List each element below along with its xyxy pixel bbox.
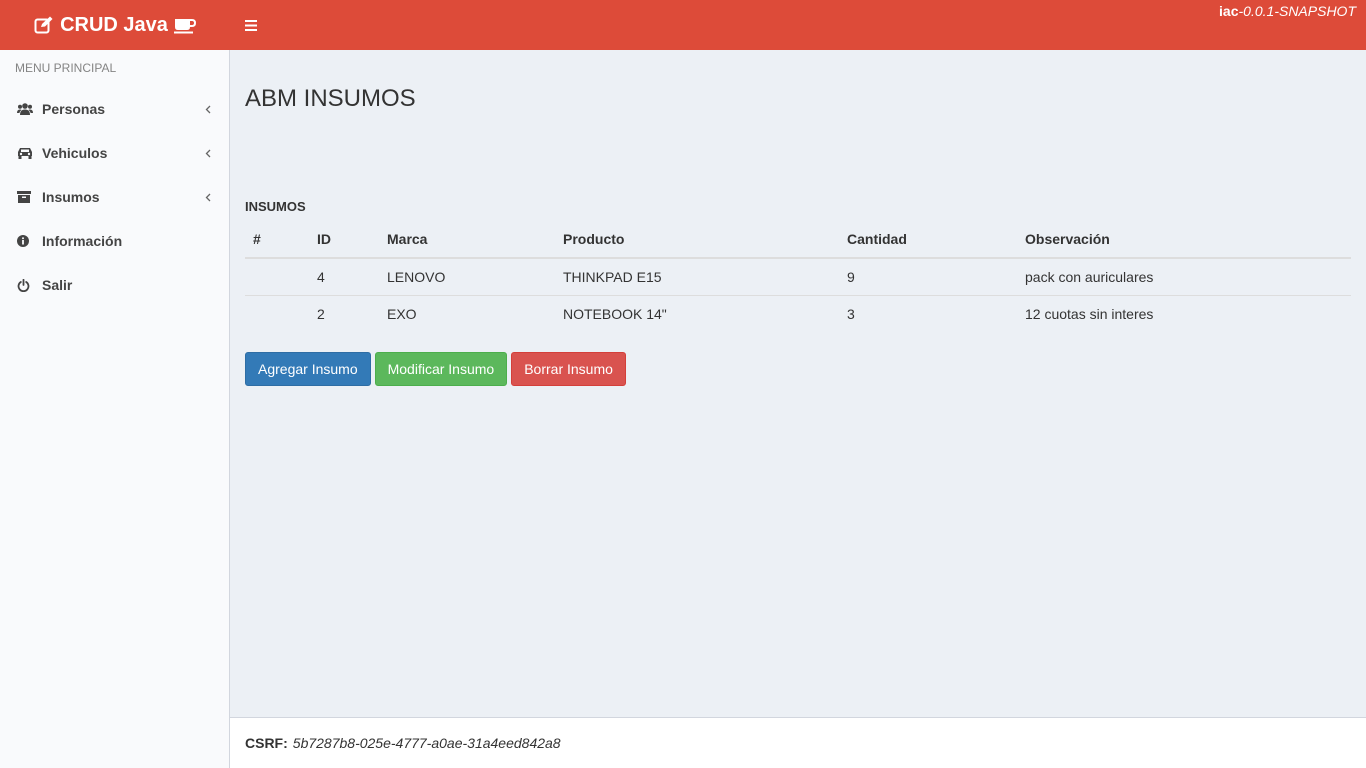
table-cell-cantidad: 9 [839,258,1017,296]
table-cell-observacion: 12 cuotas sin interes [1025,305,1154,322]
sidebar-item-personas[interactable]: Personas [0,87,229,131]
sidebar-item-label: Personas [42,101,106,117]
table-cell-id: 2 [317,305,325,322]
insumos-table: # ID Marca Producto Cantidad Observación… [245,220,1351,332]
logo-text: CRUD Java [60,13,168,36]
column-header-producto: Producto [555,220,839,259]
csrf-label: CSRF: [245,735,288,751]
chevron-left-icon [202,193,214,202]
column-header-cantidad: Cantidad [839,220,1017,259]
page-title: ABM INSUMOS [245,85,416,112]
chevron-left-icon [202,105,214,114]
table-cell-producto: THINKPAD E15 [555,258,839,296]
footer: CSRF: 5b7287b8-025e-4777-a0ae-31a4eed842… [230,717,1366,768]
table-cell-marca: EXO [387,305,417,322]
sidebar-menu-header: MENU PRINCIPAL [15,61,117,75]
table-cell-number [245,258,309,296]
csrf-token: 5b7287b8-025e-4777-a0ae-31a4eed842a8 [292,735,561,751]
sidebar-item-insumos[interactable]: Insumos [0,175,229,219]
sidebar: MENU PRINCIPAL Personas Vehiculos Insumo… [0,50,230,768]
sidebar-item-salir[interactable]: Salir [0,263,229,307]
table-cell-marca: LENOVO [379,258,555,296]
version-suffix: -0.0.1-SNAPSHOT [1238,3,1356,19]
bars-icon [245,19,257,31]
action-buttons: Agregar Insumo Modificar Insumo Borrar I… [245,352,626,386]
table-cell-cantidad: 3 [847,305,855,322]
table-cell-observacion: pack con auriculares [1017,258,1351,296]
main-content: ABM INSUMOS INSUMOS # ID Marca Producto … [230,50,1366,717]
delete-insumo-button[interactable]: Borrar Insumo [511,352,626,386]
modify-insumo-button[interactable]: Modificar Insumo [374,352,508,386]
info-circle-icon [17,235,42,247]
chevron-left-icon [202,149,214,158]
add-insumo-button[interactable]: Agregar Insumo [245,352,371,386]
column-header-marca: Marca [379,220,555,259]
sidebar-item-label: Salir [42,277,73,293]
sidebar-toggle-button[interactable] [240,13,262,37]
app-logo[interactable]: CRUD Java [0,0,230,50]
sidebar-item-label: Información [42,233,123,249]
coffee-icon [173,19,196,34]
edit-icon [34,16,53,34]
table-row[interactable]: 2 EXO NOTEBOOK 14" 3 12 cuotas sin inter… [245,295,1351,332]
sidebar-item-label: Insumos [42,189,100,205]
sidebar-item-label: Vehiculos [42,145,108,161]
users-icon [17,103,42,115]
app-version: iac-0.0.1-SNAPSHOT [1219,3,1356,19]
column-header-id: ID [309,220,379,259]
car-icon [17,147,42,159]
power-off-icon [17,278,42,292]
column-header-number: # [245,220,309,259]
table-cell-producto: NOTEBOOK 14" [563,305,667,322]
top-navbar: CRUD Java iac-0.0.1-SNAPSHOT [0,0,1366,50]
archive-icon [17,191,42,203]
table-header-row: # ID Marca Producto Cantidad Observación [245,220,1351,259]
column-header-observacion: Observación [1017,220,1351,259]
table-cell-id: 4 [309,258,379,296]
section-title: INSUMOS [245,199,306,214]
table-cell-number [245,295,309,332]
table-row[interactable]: 4 LENOVO THINKPAD E15 9 pack con auricul… [245,258,1351,296]
version-prefix: iac [1219,3,1239,19]
sidebar-item-vehiculos[interactable]: Vehiculos [0,131,229,175]
sidebar-item-informacion[interactable]: Información [0,219,229,263]
